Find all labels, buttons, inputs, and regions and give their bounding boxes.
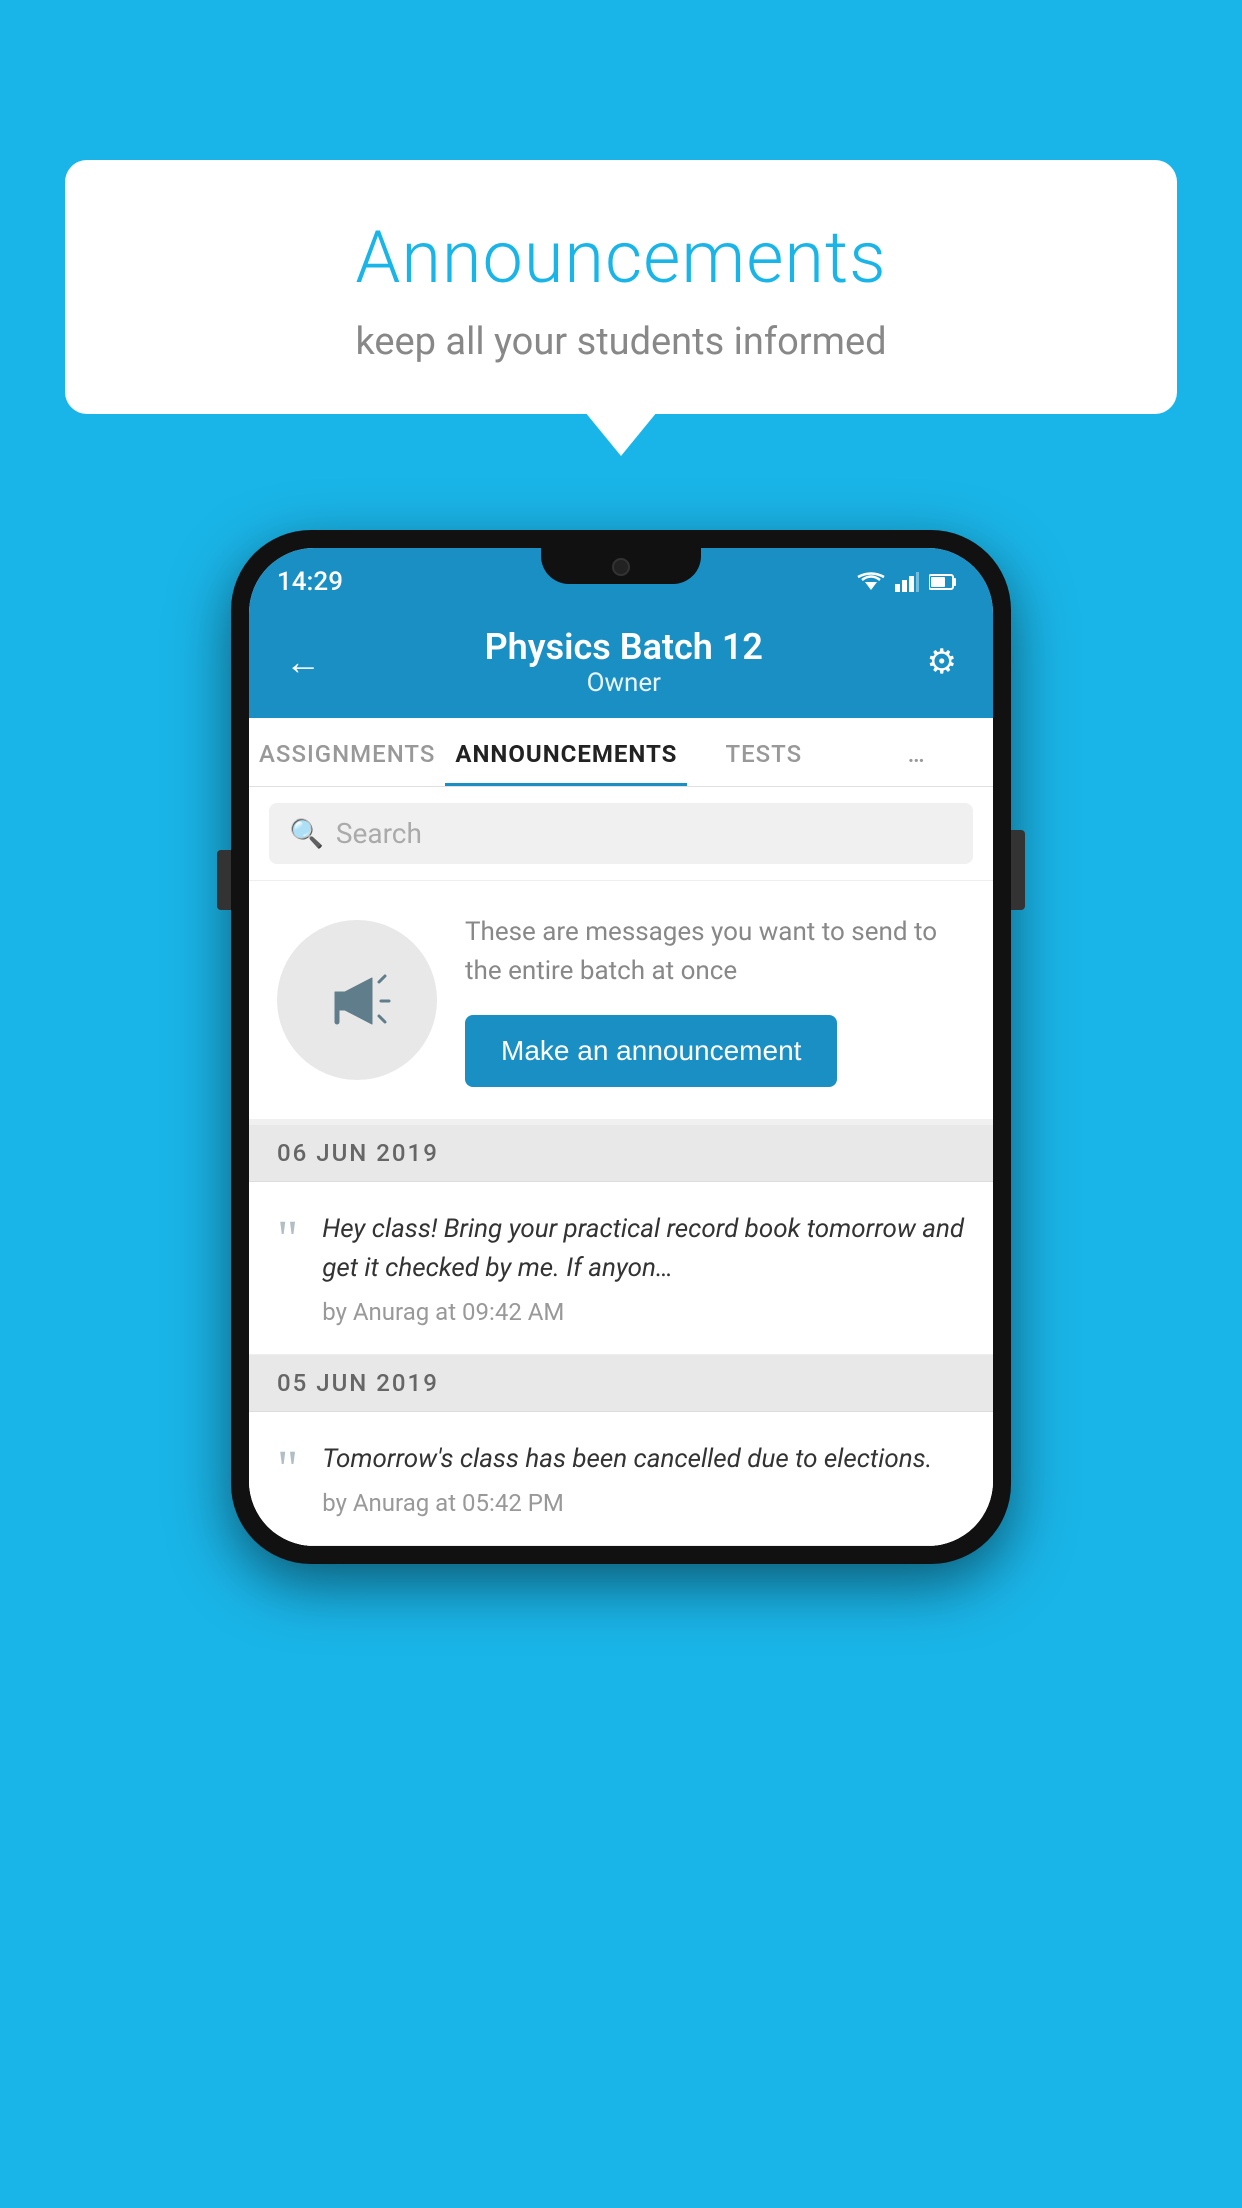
app-bar: ← Physics Batch 12 Owner ⚙ [249, 608, 993, 718]
signal-icon [895, 572, 919, 592]
quote-icon-2: " [277, 1444, 298, 1496]
battery-icon [929, 573, 957, 591]
quote-icon-1: " [277, 1214, 298, 1266]
phone-inner: 14:29 [249, 548, 993, 1546]
app-bar-center: Physics Batch 12 Owner [329, 626, 919, 698]
announcement-meta-1: by Anurag at 09:42 AM [322, 1298, 965, 1326]
announcement-item-1[interactable]: " Hey class! Bring your practical record… [249, 1182, 993, 1355]
app-bar-subtitle: Owner [329, 668, 919, 698]
date-divider-1: 06 JUN 2019 [249, 1125, 993, 1182]
status-icons [857, 572, 957, 592]
megaphone-icon [317, 960, 397, 1040]
bubble-subtitle: keep all your students informed [125, 320, 1117, 364]
phone-notch [541, 548, 701, 584]
phone-mockup: 14:29 [231, 530, 1011, 1564]
app-bar-title: Physics Batch 12 [329, 626, 919, 668]
notch-camera [612, 558, 630, 576]
content-area: 🔍 Search [249, 787, 993, 1546]
make-announcement-button[interactable]: Make an announcement [465, 1015, 837, 1087]
back-button[interactable]: ← [277, 633, 329, 691]
announcement-prompt: These are messages you want to send to t… [249, 881, 993, 1125]
status-time: 14:29 [277, 567, 343, 597]
tab-announcements[interactable]: ANNOUNCEMENTS [445, 718, 687, 786]
announcement-content-1: Hey class! Bring your practical record b… [322, 1210, 965, 1326]
announce-desc: These are messages you want to send to t… [465, 913, 965, 991]
phone-outer: 14:29 [231, 530, 1011, 1564]
announcement-icon-circle [277, 920, 437, 1080]
date-divider-2: 05 JUN 2019 [249, 1355, 993, 1412]
speech-bubble-section: Announcements keep all your students inf… [65, 160, 1177, 414]
tabs-bar: ASSIGNMENTS ANNOUNCEMENTS TESTS … [249, 718, 993, 787]
tab-tests[interactable]: TESTS [687, 718, 840, 786]
announcement-text-2: Tomorrow's class has been cancelled due … [322, 1440, 932, 1479]
search-icon: 🔍 [289, 817, 324, 850]
announcement-meta-2: by Anurag at 05:42 PM [322, 1489, 932, 1517]
settings-button[interactable]: ⚙ [919, 634, 965, 690]
search-bar[interactable]: 🔍 Search [269, 803, 973, 864]
announcement-content-2: Tomorrow's class has been cancelled due … [322, 1440, 932, 1517]
announce-right: These are messages you want to send to t… [465, 913, 965, 1087]
search-placeholder: Search [336, 817, 422, 850]
bubble-title: Announcements [125, 215, 1117, 300]
tab-assignments[interactable]: ASSIGNMENTS [249, 718, 445, 786]
announcement-text-1: Hey class! Bring your practical record b… [322, 1210, 965, 1288]
wifi-icon [857, 572, 885, 592]
announcement-item-2[interactable]: " Tomorrow's class has been cancelled du… [249, 1412, 993, 1546]
search-container: 🔍 Search [249, 787, 993, 881]
speech-bubble: Announcements keep all your students inf… [65, 160, 1177, 414]
tab-more[interactable]: … [840, 718, 993, 786]
